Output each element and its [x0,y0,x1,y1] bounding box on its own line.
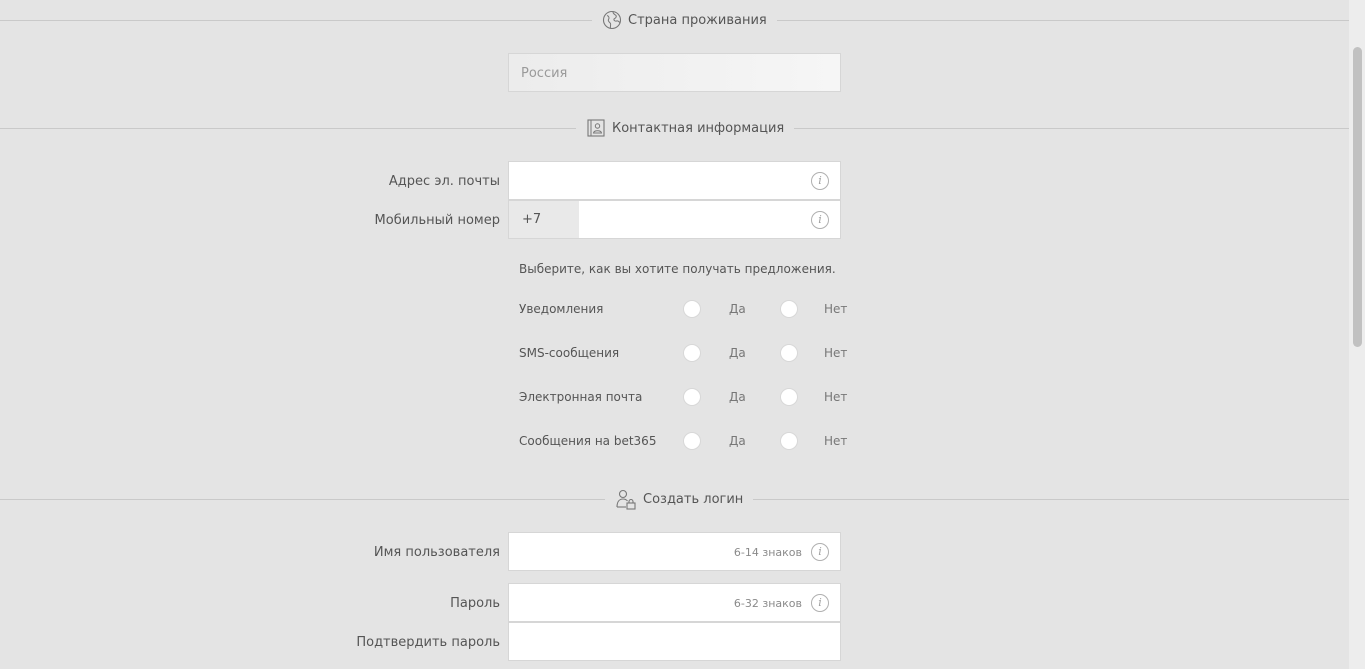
pref-label: Уведомления [519,302,604,316]
username-field[interactable]: 6-14 знаков i [508,532,841,571]
info-icon[interactable]: i [811,172,829,190]
radio-yes[interactable] [683,300,701,318]
mobile-field[interactable]: +7 i [508,200,841,239]
section-title-country: Страна проживания [628,12,767,28]
registration-page: Страна проживания Россия Контактная инфо… [0,0,1365,669]
password-hint: 6-32 знаков [733,597,802,610]
radio-yes[interactable] [683,344,701,362]
contact-book-icon [587,119,605,137]
radio-yes[interactable] [683,432,701,450]
pref-row-sms: SMS-сообщения Да Нет [519,344,859,364]
country-field: Россия [508,53,841,92]
radio-yes-label: Да [729,434,746,448]
confirm-password-label: Подтвердить пароль [356,635,500,650]
radio-no-label: Нет [824,302,848,316]
username-hint: 6-14 знаков [733,546,802,559]
radio-no[interactable] [780,344,798,362]
radio-yes-label: Да [729,346,746,360]
radio-no-label: Нет [824,346,848,360]
radio-no[interactable] [780,388,798,406]
country-code-prefix: +7 [509,201,579,238]
mobile-label: Мобильный номер [374,213,500,228]
radio-no-label: Нет [824,390,848,404]
email-field[interactable]: i [508,161,841,200]
email-label: Адрес эл. почты [388,174,500,189]
section-header-country: Страна проживания [0,10,1349,30]
radio-yes-label: Да [729,302,746,316]
password-field[interactable]: 6-32 знаков i [508,583,841,622]
mobile-input[interactable] [579,201,841,238]
section-title-wrap: Страна проживания [592,10,777,30]
section-title-contact: Контактная информация [612,120,785,136]
confirm-password-input[interactable] [509,623,840,660]
info-icon[interactable]: i [811,543,829,561]
radio-no-label: Нет [824,434,848,448]
username-label: Имя пользователя [373,545,500,560]
pref-label: SMS-сообщения [519,346,620,360]
country-value: Россия [521,66,568,81]
confirm-password-field[interactable] [508,622,841,661]
pref-label: Сообщения на bet365 [519,434,657,448]
section-header-contact: Контактная информация [0,118,1349,138]
section-title-login: Создать логин [643,491,744,507]
user-lock-icon [616,489,636,510]
section-title-wrap: Создать логин [605,489,754,510]
radio-yes[interactable] [683,388,701,406]
scrollbar-thumb[interactable] [1353,47,1362,347]
section-header-login: Создать логин [0,489,1349,510]
section-title-wrap: Контактная информация [576,118,795,138]
pref-row-notifications: Уведомления Да Нет [519,300,859,320]
globe-icon [602,10,622,30]
offers-prompt: Выберите, как вы хотите получать предлож… [519,262,836,276]
radio-yes-label: Да [729,390,746,404]
pref-label: Электронная почта [519,390,643,404]
radio-no[interactable] [780,300,798,318]
info-icon[interactable]: i [811,594,829,612]
info-icon[interactable]: i [811,211,829,229]
pref-row-email: Электронная почта Да Нет [519,388,859,408]
email-input[interactable] [509,162,840,199]
radio-no[interactable] [780,432,798,450]
password-label: Пароль [450,596,500,611]
scrollbar-track[interactable] [1349,0,1365,669]
pref-row-bet365-messages: Сообщения на bet365 Да Нет [519,432,859,452]
